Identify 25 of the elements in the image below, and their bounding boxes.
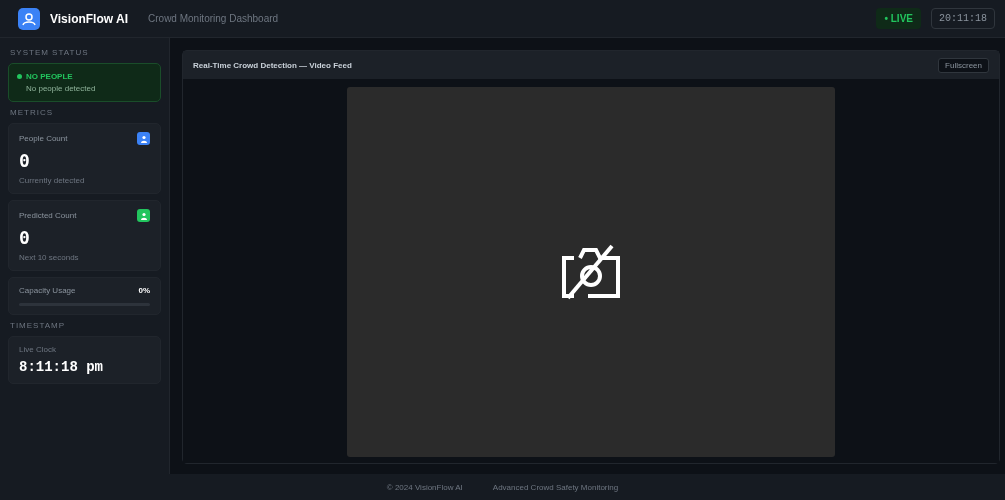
time-label: Live Clock [19, 345, 57, 354]
status-detail: No people detected [25, 84, 97, 93]
metric-note: Currently detected [19, 176, 86, 185]
status-label: NO PEOPLE [26, 72, 73, 81]
tagline-text: Advanced Crowd Safety Monitoring [492, 482, 619, 492]
metric-note: Next 10 seconds [19, 253, 80, 262]
section-heading: SYSTEM STATUS [9, 48, 90, 57]
copyright-text: © 2024 VisionFlow AI [386, 482, 463, 492]
section-heading: TIMESTAMP [9, 321, 67, 330]
metric-label: People Count [19, 134, 68, 143]
fullscreen-button[interactable]: Fullscreen [938, 57, 989, 73]
dashboard-subtitle: Crowd Monitoring Dashboard [148, 13, 279, 24]
clock-badge: 20:11:18 [931, 8, 995, 29]
brand-name: VisionFlow AI [50, 11, 128, 26]
section-heading: METRICS [9, 108, 54, 117]
metric-label: Capacity Usage [19, 286, 76, 295]
metric-value: 0 [19, 227, 31, 248]
panel-title: Real-Time Crowd Detection — Video Feed [193, 60, 352, 70]
live-badge: • LIVE [876, 8, 921, 29]
metric-value: 0 [19, 150, 31, 171]
logo-icon [18, 7, 40, 30]
time-value: 8:11:18 pm [19, 359, 104, 375]
metric-value: 0% [138, 286, 150, 295]
metric-label: Predicted Count [19, 211, 77, 220]
camera-off-icon [560, 244, 622, 300]
